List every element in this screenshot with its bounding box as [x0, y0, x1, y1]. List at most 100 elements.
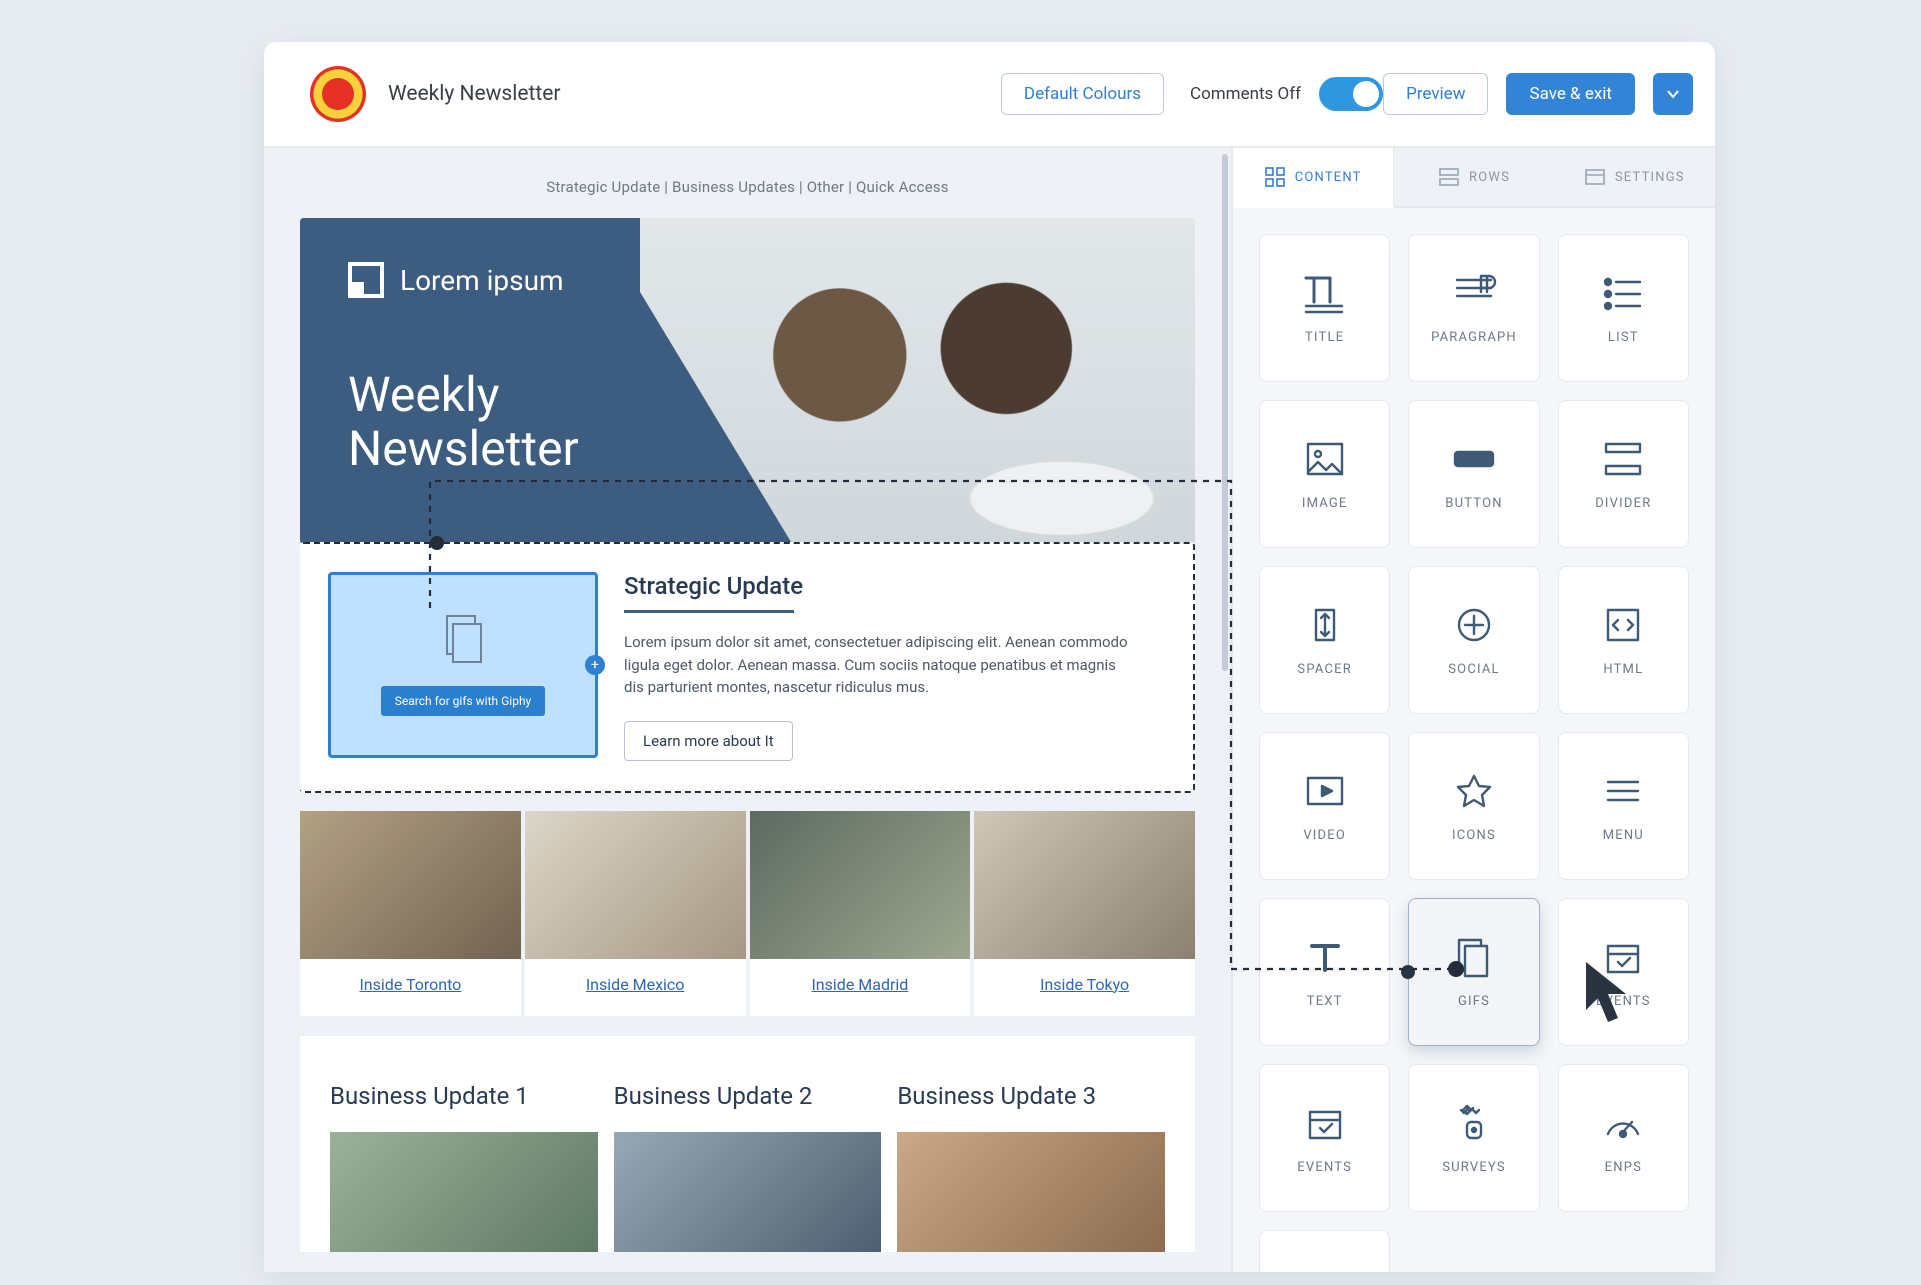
block-label: SPACER: [1297, 662, 1352, 677]
strategic-heading: Strategic Update: [624, 572, 1134, 600]
block-social[interactable]: SOCIAL: [1408, 566, 1539, 714]
strategic-update-row[interactable]: Search for gifs with Giphy + Strategic U…: [300, 542, 1195, 793]
inside-link[interactable]: Inside Mexico: [525, 959, 746, 1016]
block-html[interactable]: HTML: [1558, 566, 1689, 714]
events-icon: [1302, 1102, 1348, 1144]
block-label: IMAGE: [1302, 496, 1348, 511]
photo-placeholder: [897, 1132, 1165, 1252]
block-paragraph[interactable]: PARAGRAPH: [1408, 234, 1539, 382]
tab-rows-label: ROWS: [1469, 170, 1510, 185]
block-label: DIVIDER: [1595, 496, 1651, 511]
surveys-icon: [1451, 1102, 1497, 1144]
block-gifs[interactable]: GIFS: [1408, 898, 1539, 1046]
photo-placeholder: [750, 811, 971, 959]
block-text[interactable]: TEXT: [1259, 898, 1390, 1046]
search-gifs-button[interactable]: Search for gifs with Giphy: [381, 686, 545, 716]
save-exit-button[interactable]: Save & exit: [1506, 73, 1635, 115]
spacer-icon: [1302, 604, 1348, 646]
business-card[interactable]: Business Update 3: [897, 1082, 1165, 1252]
comments-toggle[interactable]: [1319, 77, 1383, 111]
block-title[interactable]: TITLE: [1259, 234, 1390, 382]
photo-placeholder: [614, 1132, 882, 1252]
save-dropdown-button[interactable]: [1653, 73, 1693, 115]
title-icon: [1302, 272, 1348, 314]
preview-button[interactable]: Preview: [1383, 73, 1488, 115]
hero-brand-icon: [348, 262, 384, 298]
canvas[interactable]: Strategic Update | Business Updates | Ot…: [264, 148, 1231, 1272]
menu-icon: [1600, 770, 1646, 812]
block-label: VIDEO: [1303, 828, 1346, 843]
business-card[interactable]: Business Update 2: [614, 1082, 882, 1252]
business-heading: Business Update 2: [614, 1082, 882, 1110]
learn-more-button[interactable]: Learn more about It: [624, 721, 793, 761]
inside-link[interactable]: Inside Tokyo: [974, 959, 1195, 1016]
tab-content[interactable]: CONTENT: [1233, 148, 1394, 208]
block-image[interactable]: IMAGE: [1259, 400, 1390, 548]
tab-settings[interactable]: SETTINGS: [1555, 148, 1715, 208]
photo-placeholder: [330, 1132, 598, 1252]
block-button[interactable]: BUTTON: [1408, 400, 1539, 548]
inside-card[interactable]: Inside Madrid: [750, 811, 971, 1016]
block-label: PARAGRAPH: [1431, 330, 1517, 345]
hero-brand-label: Lorem ipsum: [400, 264, 564, 297]
block-label: EVENTS: [1596, 994, 1651, 1009]
business-heading: Business Update 3: [897, 1082, 1165, 1110]
grid-icon: [1265, 167, 1285, 187]
photo-placeholder: [300, 811, 521, 959]
block-menu[interactable]: MENU: [1558, 732, 1689, 880]
hero-block[interactable]: Lorem ipsum Weekly Newsletter: [300, 218, 1195, 544]
tab-settings-label: SETTINGS: [1615, 170, 1685, 185]
divider-icon: [1600, 438, 1646, 480]
content-block-grid: TITLE PARAGRAPH LIST IMAGE BUTTON DIVIDE…: [1233, 208, 1715, 1272]
business-heading: Business Update 1: [330, 1082, 598, 1110]
block-label: SOCIAL: [1448, 662, 1499, 677]
document-title: Weekly Newsletter: [388, 82, 560, 106]
heading-underline: [624, 610, 794, 613]
rows-icon: [1439, 167, 1459, 187]
list-icon: [1600, 272, 1646, 314]
section-breadcrumb: Strategic Update | Business Updates | Ot…: [264, 178, 1231, 196]
settings-icon: [1585, 167, 1605, 187]
block-surveys[interactable]: SURVEYS: [1408, 1064, 1539, 1212]
business-card[interactable]: Business Update 1: [330, 1082, 598, 1252]
business-updates: Business Update 1 Business Update 2 Busi…: [300, 1036, 1195, 1252]
photo-placeholder: [525, 811, 746, 959]
block-events[interactable]: EVENTS: [1558, 898, 1689, 1046]
inside-link[interactable]: Inside Madrid: [750, 959, 971, 1016]
block-spacer[interactable]: SPACER: [1259, 566, 1390, 714]
tab-content-label: CONTENT: [1295, 170, 1362, 185]
inside-card[interactable]: Inside Tokyo: [974, 811, 1195, 1016]
block-list[interactable]: LIST: [1558, 234, 1689, 382]
block-events[interactable]: EVENTS: [1259, 1064, 1390, 1212]
block-enps[interactable]: ENPS: [1558, 1064, 1689, 1212]
block-label: ICONS: [1452, 828, 1496, 843]
block-label: MENU: [1603, 828, 1644, 843]
text-icon: [1302, 936, 1348, 978]
inside-card[interactable]: Inside Toronto: [300, 811, 521, 1016]
html-icon: [1600, 604, 1646, 646]
gif-drop-zone[interactable]: Search for gifs with Giphy +: [328, 572, 598, 758]
inside-card[interactable]: Inside Mexico: [525, 811, 746, 1016]
strategic-paragraph: Lorem ipsum dolor sit amet, consectetuer…: [624, 631, 1134, 699]
brand-logo-icon: [310, 66, 366, 122]
block-icons[interactable]: ICONS: [1408, 732, 1539, 880]
chevron-down-icon: [1665, 86, 1681, 102]
inside-strip: Inside Toronto Inside Mexico Inside Madr…: [300, 811, 1195, 1016]
block-label: LIST: [1608, 330, 1639, 345]
canvas-scrollbar[interactable]: [1217, 148, 1231, 1272]
inside-link[interactable]: Inside Toronto: [300, 959, 521, 1016]
block-label: ENPS: [1605, 1160, 1642, 1175]
comments-toggle-label: Comments Off: [1190, 84, 1301, 104]
document-icon: [441, 614, 485, 668]
social-icon: [1451, 604, 1497, 646]
events-icon: [1600, 936, 1646, 978]
tab-rows[interactable]: ROWS: [1394, 148, 1554, 208]
enps-icon: [1600, 1102, 1646, 1144]
resize-handle-icon[interactable]: +: [585, 655, 605, 675]
block-divider[interactable]: DIVIDER: [1558, 400, 1689, 548]
block-video[interactable]: VIDEO: [1259, 732, 1390, 880]
block-excel[interactable]: [1259, 1230, 1390, 1272]
panel-tabs: CONTENT ROWS SETTINGS: [1233, 148, 1715, 208]
block-label: TEXT: [1307, 994, 1343, 1009]
default-colours-button[interactable]: Default Colours: [1001, 73, 1164, 115]
